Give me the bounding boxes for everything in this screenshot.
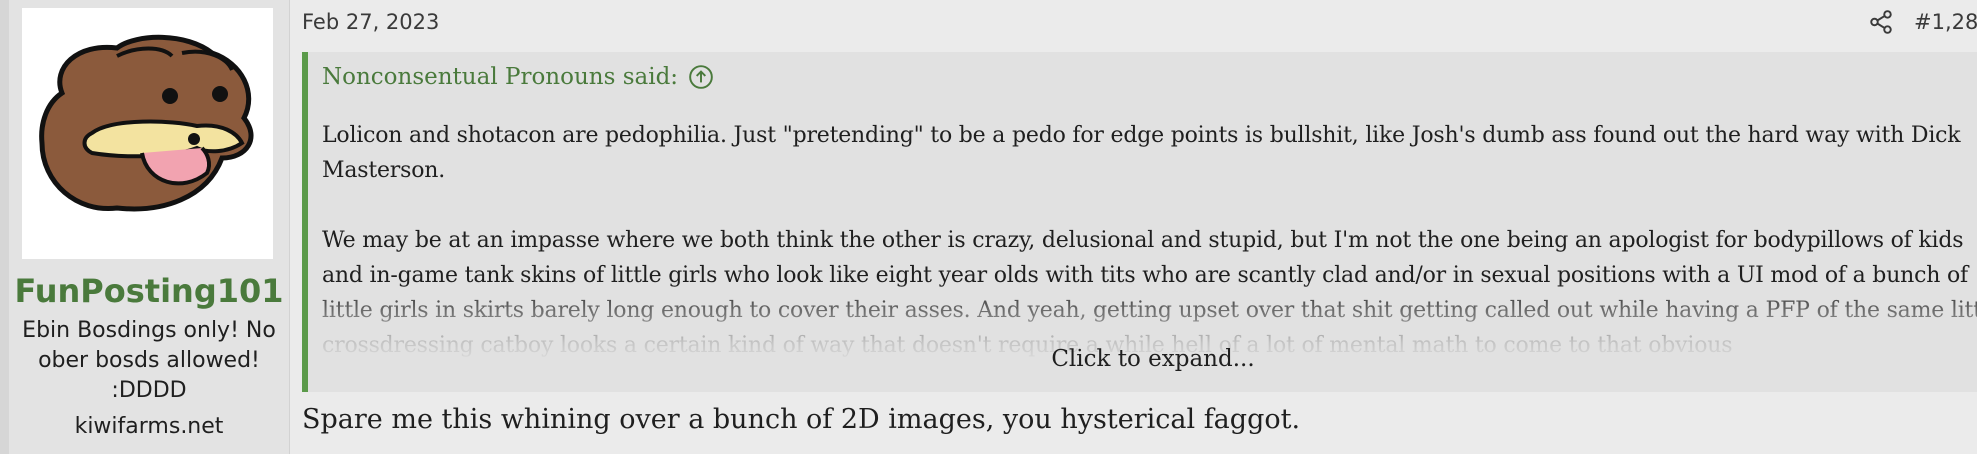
quote-block: Nonconsentual Pronouns said: Lolicon and…	[302, 52, 1977, 392]
post-number[interactable]: #1,28	[1914, 10, 1977, 34]
left-stripe	[0, 0, 9, 454]
avatar-image	[39, 34, 254, 212]
quote-header[interactable]: Nonconsentual Pronouns said:	[322, 64, 714, 90]
quote-author[interactable]: Nonconsentual Pronouns said:	[322, 64, 678, 90]
username[interactable]: FunPosting101	[9, 272, 289, 310]
post-body-text: Spare me this whining over a bunch of 2D…	[302, 404, 1301, 435]
quote-paragraph: Lolicon and shotacon are pedophilia. Jus…	[322, 123, 1961, 183]
share-icon[interactable]	[1868, 9, 1894, 35]
user-panel: FunPosting101 Ebin Bosdings only! No obe…	[9, 0, 290, 454]
user-site: kiwifarms.net	[74, 414, 224, 439]
quote-fade	[308, 282, 1977, 392]
post-date[interactable]: Feb 27, 2023	[302, 10, 439, 34]
user-title: Ebin Bosdings only! No ober bosds allowe…	[22, 318, 276, 403]
arrow-up-circle-icon[interactable]	[688, 64, 714, 90]
click-to-expand-link[interactable]: Click to expand...	[308, 346, 1977, 372]
avatar[interactable]	[22, 8, 273, 259]
